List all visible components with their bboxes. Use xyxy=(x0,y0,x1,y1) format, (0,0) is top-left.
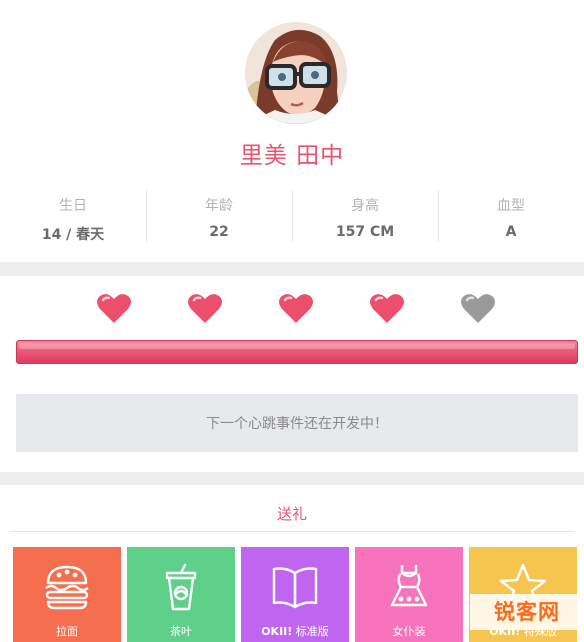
dress-icon xyxy=(390,565,428,607)
book-icon xyxy=(272,567,318,609)
gift-item-okii-standard[interactable]: OKII! 标准版 xyxy=(241,547,349,642)
stat-value: 22 xyxy=(209,224,229,240)
heart-filled-icon xyxy=(187,292,223,324)
affection-progress-bar xyxy=(16,340,578,364)
stat-value: 14 / 春天 xyxy=(41,227,105,243)
character-name: 里美 田中 xyxy=(239,143,345,169)
character-profile-page: 里美 田中 生日 14 / 春天 年龄 22 身高 157 CM 血型 A 下一… xyxy=(0,0,584,642)
gift-label: 茶叶 xyxy=(170,625,192,638)
stat-label: 生日 xyxy=(59,198,87,214)
profile-section: 里美 田中 生日 14 / 春天 年龄 22 身高 157 CM 血型 A xyxy=(0,0,584,262)
section-divider xyxy=(0,472,584,486)
burger-icon xyxy=(45,565,89,610)
next-event-notice: 下一个心跳事件还在开发中！ xyxy=(16,394,578,452)
stat-value: 157 CM xyxy=(335,224,395,240)
gift-divider xyxy=(10,531,574,532)
gift-item-maid-outfit[interactable]: 女仆装 xyxy=(355,547,463,642)
gift-label: OKII! 标准版 xyxy=(261,625,329,638)
stat-height: 身高 157 CM xyxy=(292,188,438,244)
heart-empty-icon xyxy=(460,292,496,324)
tea-cup-icon xyxy=(165,563,197,611)
stat-value: A xyxy=(505,224,517,240)
stat-label: 年龄 xyxy=(205,198,233,214)
avatar xyxy=(245,22,347,124)
stat-age: 年龄 22 xyxy=(146,188,292,244)
heart-filled-icon xyxy=(96,292,132,324)
site-watermark: 锐客网 xyxy=(470,594,584,630)
stat-blood-type: 血型 A xyxy=(438,188,584,244)
gift-title: 送礼 xyxy=(276,505,307,523)
stat-label: 血型 xyxy=(497,198,525,214)
stat-birthday: 生日 14 / 春天 xyxy=(0,188,146,244)
stat-label: 身高 xyxy=(351,198,379,214)
gift-item-tea[interactable]: 茶叶 xyxy=(127,547,235,642)
profile-stats: 生日 14 / 春天 年龄 22 身高 157 CM 血型 A xyxy=(0,188,584,244)
gift-item-ramen[interactable]: 拉面 xyxy=(13,547,121,642)
gift-label: 女仆装 xyxy=(392,625,426,638)
heart-filled-icon xyxy=(278,292,314,324)
gift-label: 拉面 xyxy=(56,625,78,638)
heart-filled-icon xyxy=(369,292,405,324)
heart-meter xyxy=(0,292,584,328)
section-divider xyxy=(0,262,584,276)
character-portrait-image xyxy=(245,22,347,124)
affection-section: 下一个心跳事件还在开发中！ xyxy=(0,276,584,472)
